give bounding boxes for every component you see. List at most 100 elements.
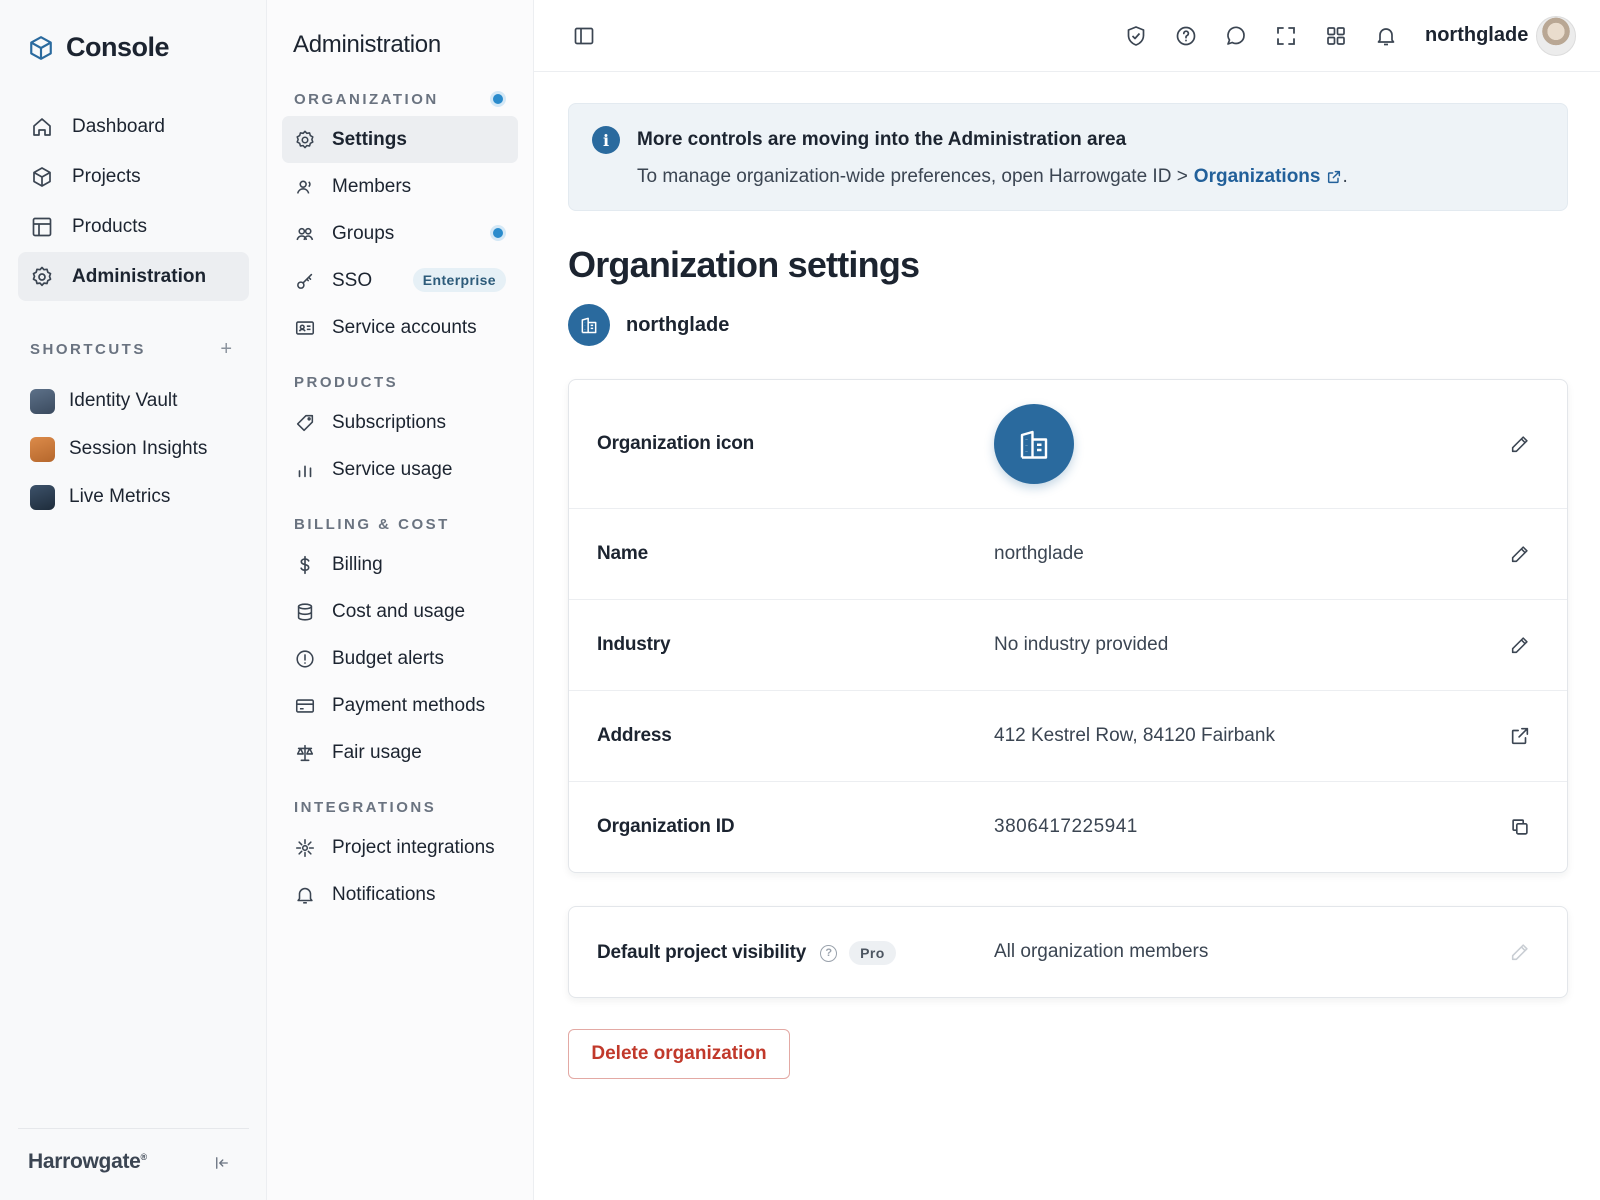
admin-item-budget-alerts[interactable]: Budget alerts	[282, 635, 518, 682]
external-link-icon[interactable]	[1509, 725, 1531, 747]
item-label: Groups	[332, 222, 395, 244]
item-label: Payment methods	[332, 694, 486, 716]
item-label: Project integrations	[332, 836, 495, 858]
help-icon[interactable]: ?	[820, 944, 838, 962]
add-shortcut-button[interactable]: +	[220, 339, 232, 359]
item-label: Billing	[332, 553, 383, 575]
nav-label: Dashboard	[72, 115, 165, 137]
row-label: Organization icon	[597, 433, 755, 454]
fullscreen-icon[interactable]	[1274, 24, 1298, 48]
edit-icon	[1511, 944, 1528, 961]
shortcut-label: Session Insights	[69, 438, 208, 459]
top-icons	[1124, 24, 1398, 48]
org-avatar	[568, 304, 610, 346]
visibility-card: Default project visibility? Pro All organ…	[568, 906, 1568, 998]
banner-body: To manage organization-wide preferences,…	[637, 166, 1348, 188]
username[interactable]: northglade	[1425, 24, 1528, 47]
avatar[interactable]	[1536, 16, 1576, 56]
nav-administration[interactable]: Administration	[18, 252, 249, 301]
admin-item-cost-usage[interactable]: Cost and usage	[282, 588, 518, 635]
users-icon	[296, 227, 314, 240]
row-industry: Industry No industry provided	[569, 600, 1567, 691]
admin-item-fair-usage[interactable]: Fair usage	[282, 729, 518, 776]
row-org-id: Organization ID 3806417225941	[569, 782, 1567, 872]
item-label: Settings	[332, 128, 407, 150]
nav-products[interactable]: Products	[18, 202, 249, 251]
edit-icon[interactable]	[1509, 634, 1531, 656]
item-label: Members	[332, 175, 412, 197]
item-label: Fair usage	[332, 741, 422, 763]
page-title: Organization settings	[568, 244, 920, 285]
shield-check-icon[interactable]	[1124, 24, 1148, 48]
row-org-icon: Organization icon	[569, 380, 1567, 509]
nav-projects[interactable]: Projects	[18, 152, 249, 201]
chat-icon[interactable]	[1224, 24, 1248, 48]
building-icon	[581, 317, 597, 334]
admin-item-settings[interactable]: Settings	[282, 116, 518, 163]
product-logo-icon	[30, 388, 55, 414]
group-integrations: INTEGRATIONS	[294, 798, 437, 816]
admin-item-payment-methods[interactable]: Payment methods	[282, 682, 518, 729]
product-logo-icon	[30, 484, 55, 510]
dollar-icon	[300, 555, 310, 574]
row-label: Default project visibility? Pro	[597, 941, 896, 965]
notification-dot	[490, 225, 506, 241]
row-label: Address	[597, 725, 672, 746]
bell-icon[interactable]	[1374, 24, 1398, 48]
row-value: northglade	[994, 543, 1084, 564]
admin-item-billing[interactable]: Billing	[282, 541, 518, 588]
shortcut-session-insights[interactable]: Session Insights	[30, 425, 207, 473]
bar-chart-icon	[298, 465, 312, 477]
shortcut-live-metrics[interactable]: Live Metrics	[30, 473, 207, 521]
alert-circle-icon	[296, 649, 314, 668]
gear-icon	[296, 130, 314, 148]
admin-item-service-accounts[interactable]: Service accounts	[282, 304, 518, 351]
banner-text: To manage organization-wide preferences,…	[637, 166, 1188, 187]
admin-item-subscriptions[interactable]: Subscriptions	[282, 399, 518, 446]
admin-item-project-integrations[interactable]: Project integrations	[282, 824, 518, 871]
primary-sidebar: Console Dashboard Projects Products Admi…	[0, 0, 267, 1200]
collapse-sidebar-icon[interactable]	[213, 1154, 231, 1172]
info-icon: i	[592, 126, 620, 154]
admin-item-sso[interactable]: SSO Enterprise	[282, 257, 518, 304]
copy-icon[interactable]	[1509, 816, 1531, 838]
apps-grid-icon[interactable]	[1324, 24, 1348, 48]
admin-item-notifications[interactable]: Notifications	[282, 871, 518, 918]
row-label: Industry	[597, 634, 671, 655]
org-name: northglade	[626, 313, 730, 336]
row-address: Address 412 Kestrel Row, 84120 Fairbank	[569, 691, 1567, 782]
shortcut-identity-vault[interactable]: Identity Vault	[30, 377, 207, 425]
shortcuts-label: SHORTCUTS	[30, 340, 146, 358]
divider	[18, 1128, 249, 1129]
admin-item-members[interactable]: Members	[282, 163, 518, 210]
admin-item-groups[interactable]: Groups	[282, 210, 518, 257]
top-bar: northglade	[534, 0, 1600, 72]
bell-icon	[297, 887, 313, 904]
admin-item-service-usage[interactable]: Service usage	[282, 446, 518, 493]
user-icon	[296, 180, 311, 194]
edit-icon[interactable]	[1509, 543, 1531, 565]
item-label: Notifications	[332, 883, 436, 905]
item-label: Service accounts	[332, 316, 477, 338]
brand[interactable]: Console	[28, 32, 170, 63]
sidebar-toggle-icon[interactable]	[572, 24, 596, 48]
row-value: 3806417225941	[994, 816, 1138, 837]
shortcuts-list: Identity Vault Session Insights Live Met…	[30, 377, 207, 521]
help-icon[interactable]	[1174, 24, 1198, 48]
row-label: Organization ID	[597, 816, 735, 837]
edit-icon[interactable]	[1509, 433, 1531, 455]
item-label: Service usage	[332, 458, 453, 480]
shortcut-label: Live Metrics	[69, 486, 171, 507]
organizations-link[interactable]: Organizations	[1194, 166, 1343, 188]
external-link-icon	[1328, 170, 1341, 184]
primary-nav: Dashboard Projects Products Administrati…	[18, 102, 249, 302]
admin-nav: ORGANIZATION Settings Members Groups SSO…	[282, 82, 518, 918]
row-value: All organization members	[994, 941, 1209, 962]
nav-label: Administration	[72, 265, 207, 287]
nav-dashboard[interactable]: Dashboard	[18, 102, 249, 151]
row-value: 412 Kestrel Row, 84120 Fairbank	[994, 725, 1275, 746]
home-icon	[33, 117, 51, 136]
delete-organization-button[interactable]: Delete organization	[568, 1029, 790, 1079]
row-label: Name	[597, 543, 648, 564]
org-header: northglade	[568, 304, 729, 346]
